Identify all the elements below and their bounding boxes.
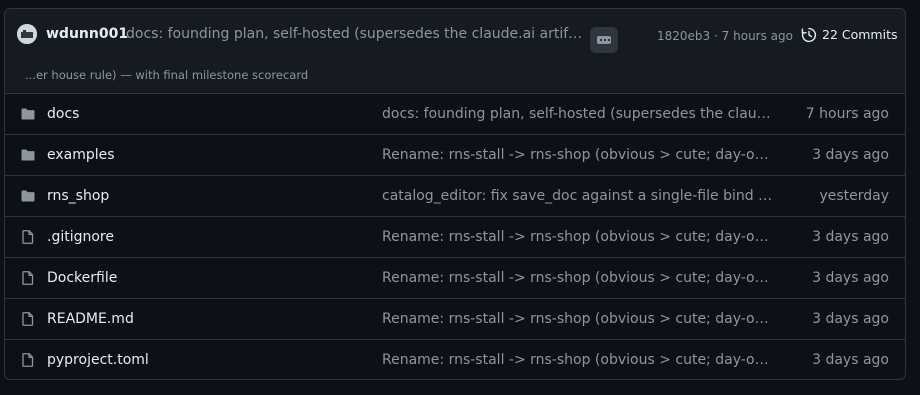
file-row[interactable]: rns_shop catalog_editor: fix save_doc ag… — [5, 175, 905, 216]
file-icon — [20, 352, 36, 368]
file-name[interactable]: rns_shop — [47, 186, 109, 206]
file-commit-message[interactable]: Rename: rns-stall -> rns-shop (obvious >… — [382, 309, 774, 329]
commit-sha[interactable]: 1820eb3 — [657, 29, 710, 43]
file-row[interactable]: README.md Rename: rns-stall -> rns-shop … — [5, 298, 905, 339]
file-commit-message[interactable]: Rename: rns-stall -> rns-shop (obvious >… — [382, 268, 774, 288]
file-commit-age: 3 days ago — [812, 147, 889, 163]
commit-sha-time[interactable]: 1820eb3 · 7 hours ago — [657, 26, 793, 46]
file-icon — [20, 311, 36, 327]
file-name[interactable]: .gitignore — [47, 227, 114, 247]
folder-icon — [20, 147, 36, 163]
file-row[interactable]: Dockerfile Rename: rns-stall -> rns-shop… — [5, 257, 905, 298]
file-icon — [20, 270, 36, 286]
expand-commit-message-button[interactable] — [590, 27, 618, 53]
file-row[interactable]: docs docs: founding plan, self-hosted (s… — [5, 94, 905, 134]
file-commit-message[interactable]: Rename: rns-stall -> rns-shop (obvious >… — [382, 350, 774, 370]
folder-icon — [20, 188, 36, 204]
file-row[interactable]: pyproject.toml Rename: rns-stall -> rns-… — [5, 339, 905, 379]
commits-count-link[interactable]: 22 Commits — [801, 25, 898, 45]
sha-time-separator: · — [714, 29, 718, 43]
file-commit-age: yesterday — [819, 188, 889, 204]
latest-commit-header: wdunn001 docs: founding plan, self-hoste… — [5, 9, 905, 94]
file-name[interactable]: Dockerfile — [47, 268, 117, 288]
commits-count-label: 22 Commits — [822, 27, 898, 42]
file-commit-message[interactable]: catalog_editor: fix save_doc against a s… — [382, 186, 774, 206]
file-name[interactable]: docs — [47, 104, 79, 124]
file-commit-message[interactable]: docs: founding plan, self-hosted (supers… — [382, 104, 774, 124]
file-commit-age: 3 days ago — [812, 229, 889, 245]
file-commit-age: 3 days ago — [812, 270, 889, 286]
avatar-image-icon — [17, 24, 37, 44]
file-row[interactable]: examples Rename: rns-stall -> rns-shop (… — [5, 134, 905, 175]
commit-author[interactable]: wdunn001 — [46, 24, 128, 44]
folder-icon — [20, 106, 36, 122]
latest-commit-message[interactable]: docs: founding plan, self-hosted (supers… — [126, 24, 586, 44]
history-icon — [801, 27, 817, 43]
file-commit-message[interactable]: Rename: rns-stall -> rns-shop (obvious >… — [382, 145, 774, 165]
ellipsis-icon — [597, 36, 611, 44]
file-icon — [20, 229, 36, 245]
file-commit-age: 7 hours ago — [805, 106, 889, 122]
file-row[interactable]: .gitignore Rename: rns-stall -> rns-shop… — [5, 216, 905, 257]
file-list: docs docs: founding plan, self-hosted (s… — [5, 94, 905, 379]
file-commit-message[interactable]: Rename: rns-stall -> rns-shop (obvious >… — [382, 227, 774, 247]
repo-file-browser: wdunn001 docs: founding plan, self-hoste… — [4, 8, 906, 380]
file-name[interactable]: examples — [47, 145, 115, 165]
file-name[interactable]: pyproject.toml — [47, 350, 149, 370]
author-avatar[interactable] — [17, 24, 37, 44]
commit-description-tail: ...er house rule) — with final milestone… — [25, 68, 309, 82]
file-commit-age: 3 days ago — [812, 311, 889, 327]
file-name[interactable]: README.md — [47, 309, 134, 329]
commit-time: 7 hours ago — [721, 29, 793, 43]
file-commit-age: 3 days ago — [812, 352, 889, 368]
